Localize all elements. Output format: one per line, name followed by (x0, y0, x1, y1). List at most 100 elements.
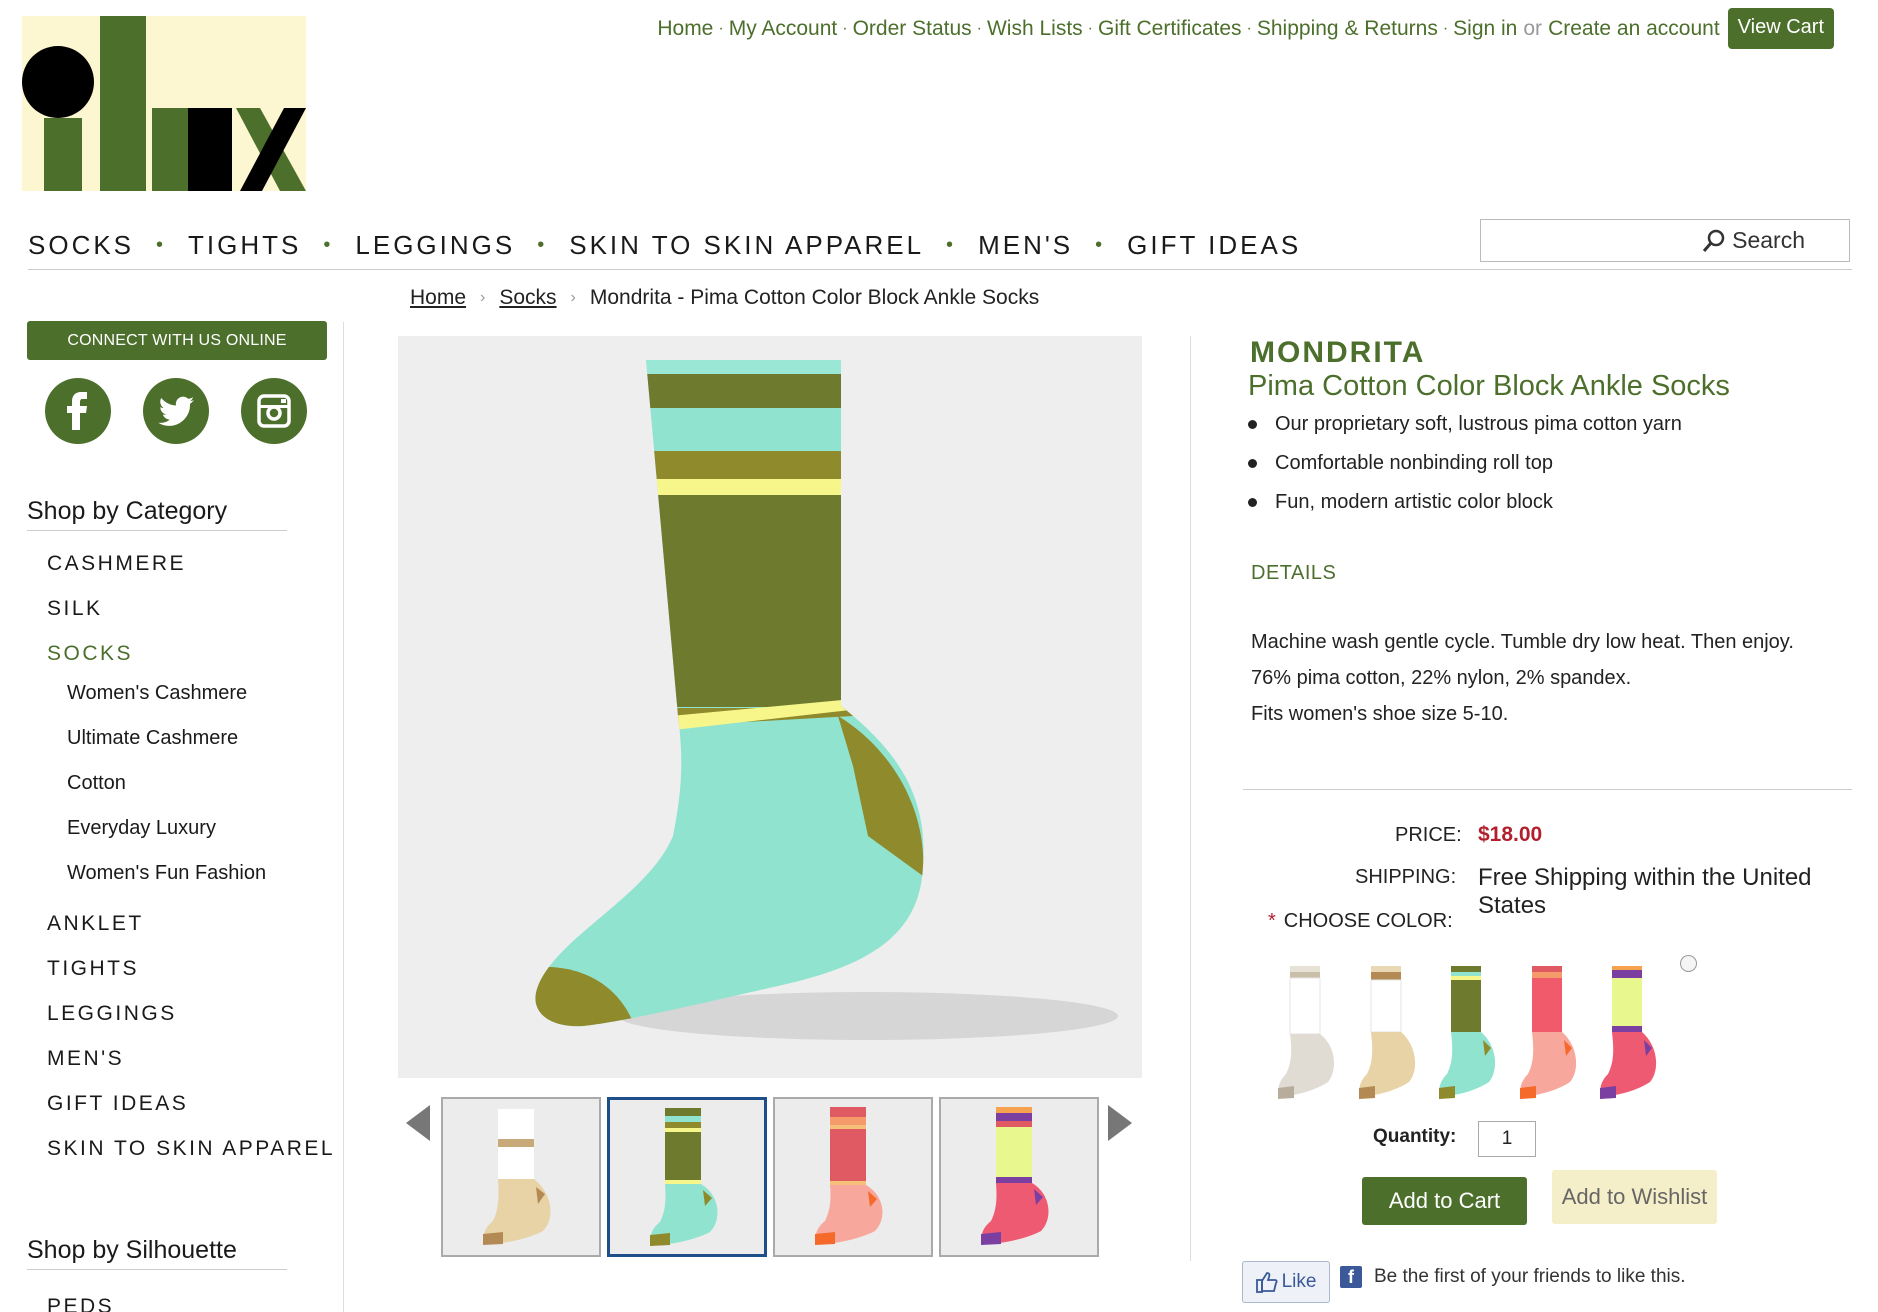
nav-separator: • (946, 234, 957, 256)
thumbnail-pink-purple[interactable] (939, 1097, 1099, 1257)
nav-item-leggings[interactable]: LEGGINGS (355, 230, 515, 261)
previous-image-arrow[interactable] (404, 1103, 432, 1148)
thumbs-up-icon (1255, 1272, 1278, 1293)
color-swatch-coral[interactable] (1514, 958, 1592, 1108)
choose-color-label: * CHOOSE COLOR: (1268, 910, 1453, 933)
color-swatch-mint-olive[interactable] (1433, 958, 1511, 1108)
top-link-sign-in[interactable]: Sign in (1453, 17, 1517, 41)
chevron-right-icon: › (570, 289, 576, 306)
facebook-icon[interactable] (45, 378, 111, 444)
link-separator: · (1087, 19, 1093, 37)
twitter-icon[interactable] (143, 378, 209, 444)
search-icon (1702, 229, 1725, 252)
content-divider (1190, 336, 1191, 1261)
connect-with-us-banner: CONNECT WITH US ONLINE (27, 321, 327, 360)
heading-rule (27, 530, 287, 531)
main-nav: SOCKS • TIGHTS • LEGGINGS • SKIN TO SKIN… (28, 230, 1301, 261)
sidebar-subitem-ultimate-cashmere[interactable]: Ultimate Cashmere (67, 727, 238, 750)
color-swatch-beige[interactable] (1353, 958, 1431, 1108)
view-cart-button[interactable]: View Cart (1727, 8, 1834, 49)
like-label: Like (1281, 1271, 1317, 1292)
sidebar-item-skin-to-skin-apparel[interactable]: SKIN TO SKIN APPAREL (47, 1137, 335, 1161)
sidebar-divider (343, 322, 344, 1312)
breadcrumb-home[interactable]: Home (410, 286, 466, 310)
top-link-my-account[interactable]: My Account (729, 17, 838, 41)
quantity-input[interactable] (1478, 1121, 1536, 1157)
feature-item: Comfortable nonbinding roll top (1248, 452, 1682, 475)
nav-item-mens[interactable]: MEN'S (978, 230, 1073, 261)
sidebar-subitem-everyday-luxury[interactable]: Everyday Luxury (67, 817, 216, 840)
facebook-social-text: f Be the first of your friends to like t… (1340, 1266, 1686, 1288)
link-separator: · (842, 19, 848, 37)
quantity-label: Quantity: (1373, 1126, 1457, 1147)
nav-item-gift-ideas[interactable]: GIFT IDEAS (1127, 230, 1301, 261)
facebook-icon: f (1340, 1266, 1362, 1288)
link-separator: · (976, 19, 982, 37)
top-link-order-status[interactable]: Order Status (853, 17, 972, 41)
sidebar-item-tights[interactable]: TIGHTS (47, 957, 139, 981)
shipping-label: SHIPPING: (1355, 866, 1457, 888)
shop-by-silhouette-heading: Shop by Silhouette (27, 1236, 237, 1264)
details-line: Fits women's shoe size 5-10. (1251, 703, 1509, 725)
sidebar-item-leggings[interactable]: LEGGINGS (47, 1002, 177, 1026)
shop-by-category-heading: Shop by Category (27, 497, 228, 525)
add-to-cart-button[interactable]: Add to Cart (1362, 1177, 1527, 1225)
sidebar-subitem-womens-fun-fashion[interactable]: Women's Fun Fashion (67, 862, 266, 885)
details-line: Machine wash gentle cycle. Tumble dry lo… (1251, 631, 1794, 653)
next-image-arrow[interactable] (1106, 1103, 1134, 1148)
breadcrumb-current: Mondrita - Pima Cotton Color Block Ankle… (589, 286, 1040, 309)
nav-separator: • (323, 234, 334, 256)
details-body: Machine wash gentle cycle. Tumble dry lo… (1251, 624, 1794, 732)
link-separator: · (1442, 19, 1449, 37)
details-line: 76% pima cotton, 22% nylon, 2% spandex. (1251, 667, 1632, 689)
add-to-wishlist-button[interactable]: Add to Wishlist (1552, 1170, 1717, 1224)
color-swatch-white[interactable] (1272, 958, 1350, 1108)
feature-list: Our proprietary soft, lustrous pima cott… (1248, 413, 1682, 530)
nav-item-socks[interactable]: SOCKS (28, 230, 134, 261)
ilux-logo[interactable] (22, 16, 306, 191)
nav-separator: • (537, 234, 548, 256)
details-heading: DETAILS (1251, 562, 1337, 584)
sidebar-item-gift-ideas[interactable]: GIFT IDEAS (47, 1092, 188, 1116)
instagram-icon[interactable] (241, 378, 307, 444)
product-name: Pima Cotton Color Block Ankle Socks (1248, 370, 1730, 402)
color-radio-button[interactable] (1680, 955, 1697, 972)
thumbnail-beige[interactable] (441, 1097, 601, 1257)
sidebar-item-socks[interactable]: SOCKS (47, 642, 133, 666)
sidebar-item-silk[interactable]: SILK (47, 597, 103, 621)
thumbnail-mint-olive[interactable] (607, 1097, 767, 1257)
feature-item: Our proprietary soft, lustrous pima cott… (1248, 413, 1682, 436)
main-product-image[interactable] (398, 336, 1142, 1078)
feature-item: Fun, modern artistic color block (1248, 491, 1682, 514)
top-link-create-account[interactable]: Create an account (1548, 17, 1720, 41)
nav-separator: • (1095, 234, 1106, 256)
sidebar-item-peds[interactable]: PEDS (47, 1295, 114, 1312)
search-label: Search (1732, 227, 1805, 253)
nav-divider (28, 269, 1852, 270)
nav-item-tights[interactable]: TIGHTS (188, 230, 301, 261)
sidebar-subitem-cotton[interactable]: Cotton (67, 772, 126, 795)
top-link-wish-lists[interactable]: Wish Lists (987, 17, 1083, 41)
color-swatch-pink-purple[interactable] (1594, 958, 1672, 1108)
thumbnail-coral[interactable] (773, 1097, 933, 1257)
breadcrumb-socks[interactable]: Socks (499, 286, 556, 310)
search-input[interactable]: Search (1480, 219, 1850, 262)
breadcrumb: Home › Socks › Mondrita - Pima Cotton Co… (410, 286, 1039, 310)
nav-item-skin-to-skin-apparel[interactable]: SKIN TO SKIN APPAREL (569, 230, 924, 261)
sidebar-subitem-womens-cashmere[interactable]: Women's Cashmere (67, 682, 247, 705)
top-utility-links: Home · My Account · Order Status · Wish … (657, 8, 1834, 49)
top-link-gift-certificates[interactable]: Gift Certificates (1098, 17, 1242, 41)
link-separator: · (1246, 19, 1252, 37)
nav-separator: • (156, 234, 167, 256)
sidebar-item-cashmere[interactable]: CASHMERE (47, 552, 186, 576)
sidebar-item-mens[interactable]: MEN'S (47, 1047, 124, 1071)
sidebar-item-anklet[interactable]: ANKLET (47, 912, 144, 936)
top-link-shipping-returns[interactable]: Shipping & Returns (1257, 17, 1438, 41)
facebook-like-button[interactable]: Like (1242, 1261, 1330, 1303)
heading-rule (27, 1269, 287, 1270)
product-brand: MONDRITA (1250, 336, 1426, 369)
info-divider (1243, 789, 1852, 790)
link-separator: · (718, 19, 724, 37)
or-text: or (1523, 16, 1543, 40)
top-link-home[interactable]: Home (657, 17, 713, 41)
